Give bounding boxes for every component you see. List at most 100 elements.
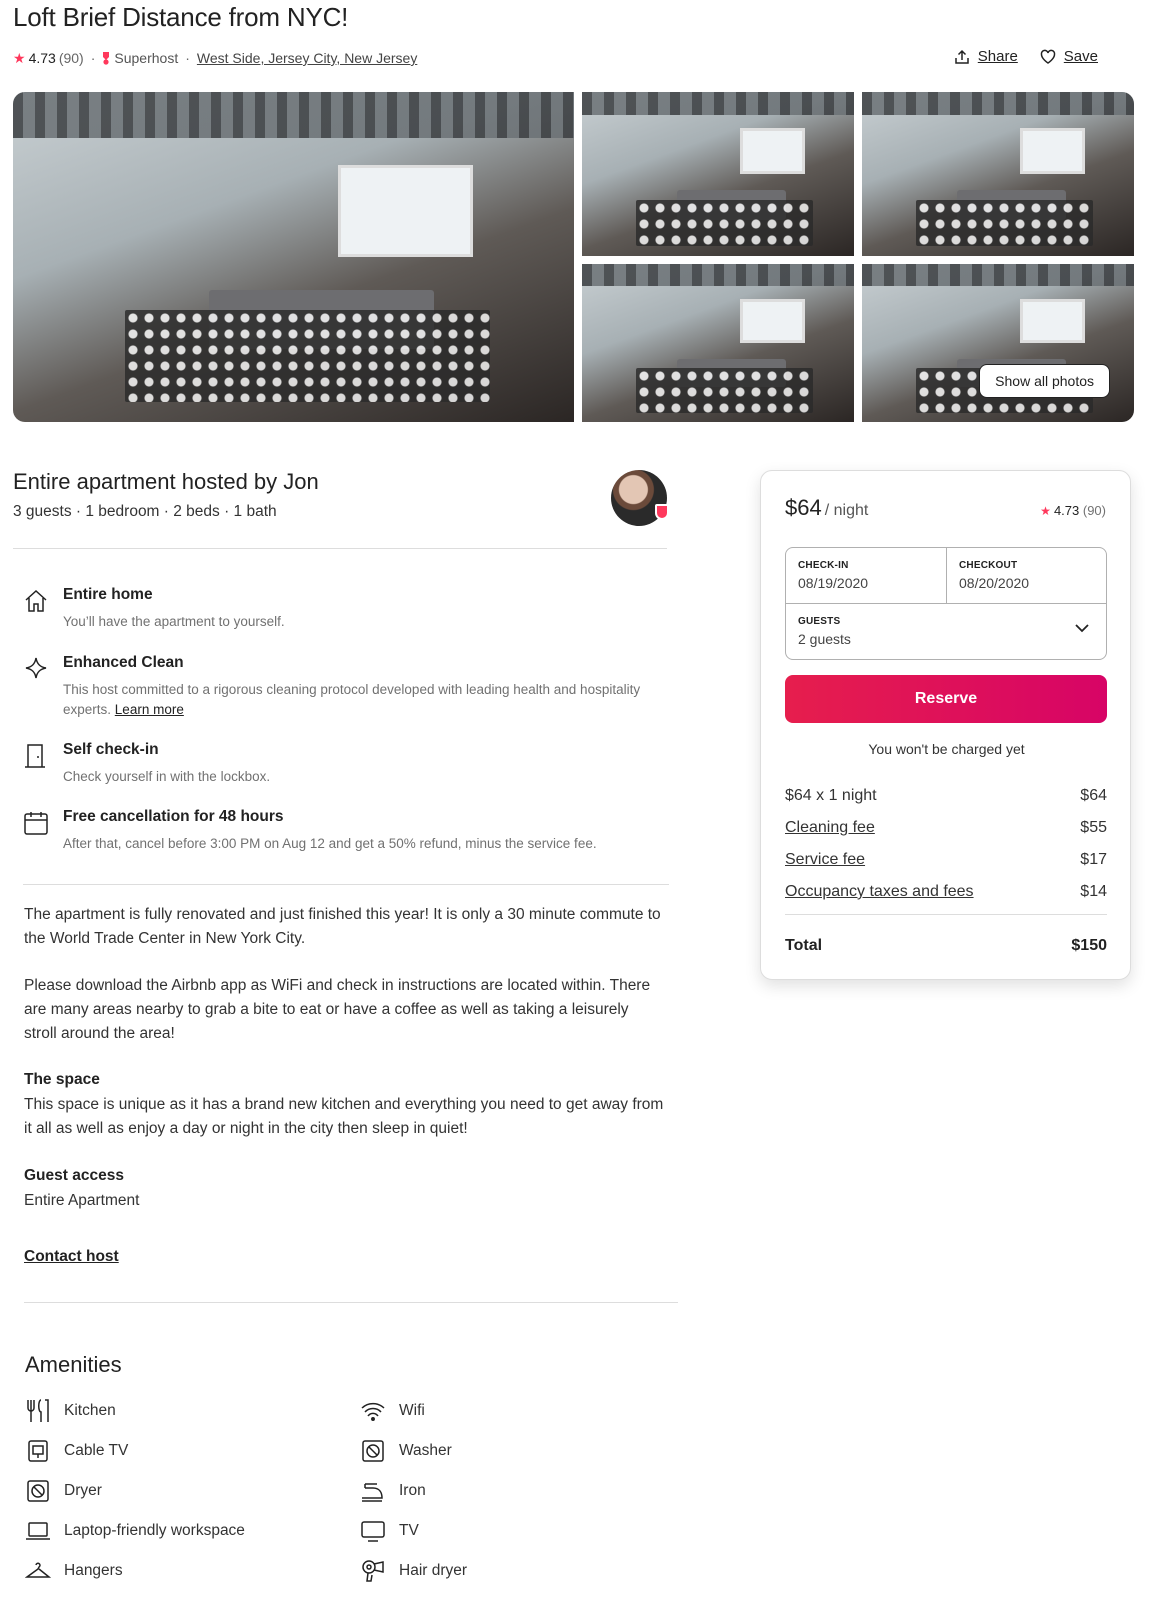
show-all-photos-button[interactable]: Show all photos — [979, 364, 1110, 398]
star-icon: ★ — [13, 49, 26, 66]
amenity-cable-tv: Cable TV — [25, 1438, 128, 1464]
photo-3[interactable] — [862, 92, 1134, 256]
share-label: Share — [977, 48, 1018, 65]
learn-more-link[interactable]: Learn more — [115, 702, 184, 717]
booking-card: $64/ night ★ 4.73 (90) CHECK-IN 08/19/202… — [760, 470, 1131, 980]
no-charge-note: You won't be charged yet — [868, 741, 1025, 757]
amenity-label: Dryer — [64, 1482, 102, 1499]
feature-desc: This host committed to a rigorous cleani… — [63, 680, 643, 720]
amenity-label: Washer — [399, 1442, 452, 1459]
taxes-fees-link[interactable]: Occupancy taxes and fees — [785, 883, 974, 901]
tv-icon — [361, 1521, 385, 1542]
amenity-label: Hangers — [64, 1562, 123, 1579]
listing-summary: 3 guests · 1 bedroom · 2 beds · 1 bath — [13, 503, 277, 520]
share-button[interactable]: Share — [954, 48, 1018, 65]
guests-value: 2 guests — [798, 631, 851, 647]
listing-rating: 4.73 — [28, 50, 56, 66]
star-icon: ★ — [1040, 504, 1051, 518]
guest-access-text: Entire Apartment — [24, 1192, 140, 1209]
feature-title: Entire home — [63, 586, 153, 603]
cleaning-fee-link[interactable]: Cleaning fee — [785, 819, 875, 837]
listing-actions: Share Save — [954, 48, 1098, 65]
kitchen-icon — [27, 1399, 49, 1422]
check-in-value: 08/19/2020 — [798, 575, 869, 591]
cable-tv-icon — [28, 1440, 48, 1462]
feature-title: Free cancellation for 48 hours — [63, 808, 284, 825]
superhost-badge-icon — [655, 504, 669, 520]
host-avatar[interactable] — [611, 470, 669, 526]
guest-access-heading: Guest access — [24, 1167, 124, 1184]
amenity-dryer: Dryer — [25, 1478, 102, 1504]
guests-label: GUESTS — [798, 616, 841, 627]
line-value: $17 — [1080, 851, 1107, 868]
photo-main[interactable] — [13, 92, 574, 422]
checkout-label: CHECKOUT — [959, 560, 1018, 571]
price-amount: $64 — [785, 495, 822, 520]
photo-2[interactable] — [582, 92, 854, 256]
checkout-value: 08/20/2020 — [959, 575, 1030, 591]
check-in-label: CHECK-IN — [798, 560, 849, 571]
feature-desc: You’ll have the apartment to yourself. — [63, 614, 285, 629]
booking-rating: ★ 4.73 (90) — [1040, 503, 1106, 518]
price-line-cleaning: Cleaning fee $55 — [785, 819, 1107, 837]
the-space-heading: The space — [24, 1071, 100, 1088]
amenity-label: Cable TV — [64, 1442, 129, 1459]
listing-meta: ★ 4.73 (90) · Superhost · West Side, Jer… — [13, 48, 417, 68]
photo-4[interactable] — [582, 264, 854, 422]
amenity-kitchen: Kitchen — [25, 1398, 116, 1424]
wifi-icon — [361, 1402, 385, 1421]
door-icon — [25, 744, 45, 768]
separator-dot: · — [185, 50, 190, 66]
guests-dropdown[interactable]: GUESTS 2 guests — [786, 604, 1106, 660]
divider — [785, 914, 1107, 915]
total-label: Total — [785, 937, 823, 954]
price-line-nights: $64 x 1 night $64 — [785, 787, 1107, 805]
price-total: Total $150 — [785, 937, 1107, 955]
divider — [24, 1302, 678, 1303]
feature-desc: After that, cancel before 3:00 PM on Aug… — [63, 836, 597, 851]
amenity-washer: Washer — [360, 1438, 452, 1464]
host-title: Entire apartment hosted by Jon — [13, 469, 319, 494]
line-value: $64 — [1080, 787, 1107, 804]
line-label: $64 x 1 night — [785, 787, 877, 804]
amenity-wifi: Wifi — [360, 1398, 425, 1424]
check-in-field[interactable]: CHECK-IN 08/19/2020 — [786, 548, 947, 604]
superhost-label: Superhost — [114, 50, 179, 66]
divider — [23, 884, 669, 885]
listing-review-count[interactable]: (90) — [59, 50, 84, 66]
hair-dryer-icon — [362, 1560, 384, 1582]
description-paragraph-1: The apartment is fully renovated and jus… — [24, 906, 661, 947]
booking-rating-value: 4.73 — [1053, 503, 1080, 518]
description-paragraph-2: Please download the Airbnb app as WiFi a… — [24, 977, 651, 1042]
iron-icon — [362, 1483, 383, 1502]
home-icon — [25, 589, 47, 612]
booking-review-count[interactable]: (90) — [1083, 503, 1106, 518]
feature-title: Enhanced Clean — [63, 654, 184, 671]
chevron-down-icon[interactable] — [1074, 620, 1090, 636]
location-link[interactable]: West Side, Jersey City, New Jersey — [197, 50, 417, 66]
washer-icon — [362, 1440, 384, 1462]
hanger-icon — [25, 1562, 51, 1578]
save-label: Save — [1063, 48, 1098, 65]
amenity-laptop-workspace: Laptop-friendly workspace — [25, 1518, 245, 1544]
contact-host-link[interactable]: Contact host — [24, 1248, 119, 1266]
amenity-tv: TV — [360, 1518, 419, 1544]
the-space-text: This space is unique as it has a brand n… — [24, 1096, 664, 1137]
amenity-label: Wifi — [399, 1402, 425, 1419]
amenity-label: TV — [399, 1522, 419, 1539]
share-icon — [955, 49, 969, 64]
amenity-iron: Iron — [360, 1478, 426, 1504]
photo-5[interactable] — [862, 264, 1134, 422]
line-value: $14 — [1080, 883, 1107, 900]
separator-dot: · — [90, 50, 96, 66]
checkout-field[interactable]: CHECKOUT 08/20/2020 — [947, 548, 1107, 604]
feature-title: Self check-in — [63, 741, 159, 758]
amenity-label: Laptop-friendly workspace — [64, 1522, 245, 1539]
photo-gallery: Show all photos — [13, 92, 1134, 422]
reserve-button[interactable]: Reserve — [785, 675, 1107, 723]
price-line-taxes: Occupancy taxes and fees $14 — [785, 883, 1107, 901]
amenities-title: Amenities — [25, 1352, 122, 1377]
save-button[interactable]: Save — [1040, 48, 1098, 65]
amenity-label: Kitchen — [64, 1402, 116, 1419]
service-fee-link[interactable]: Service fee — [785, 851, 865, 869]
